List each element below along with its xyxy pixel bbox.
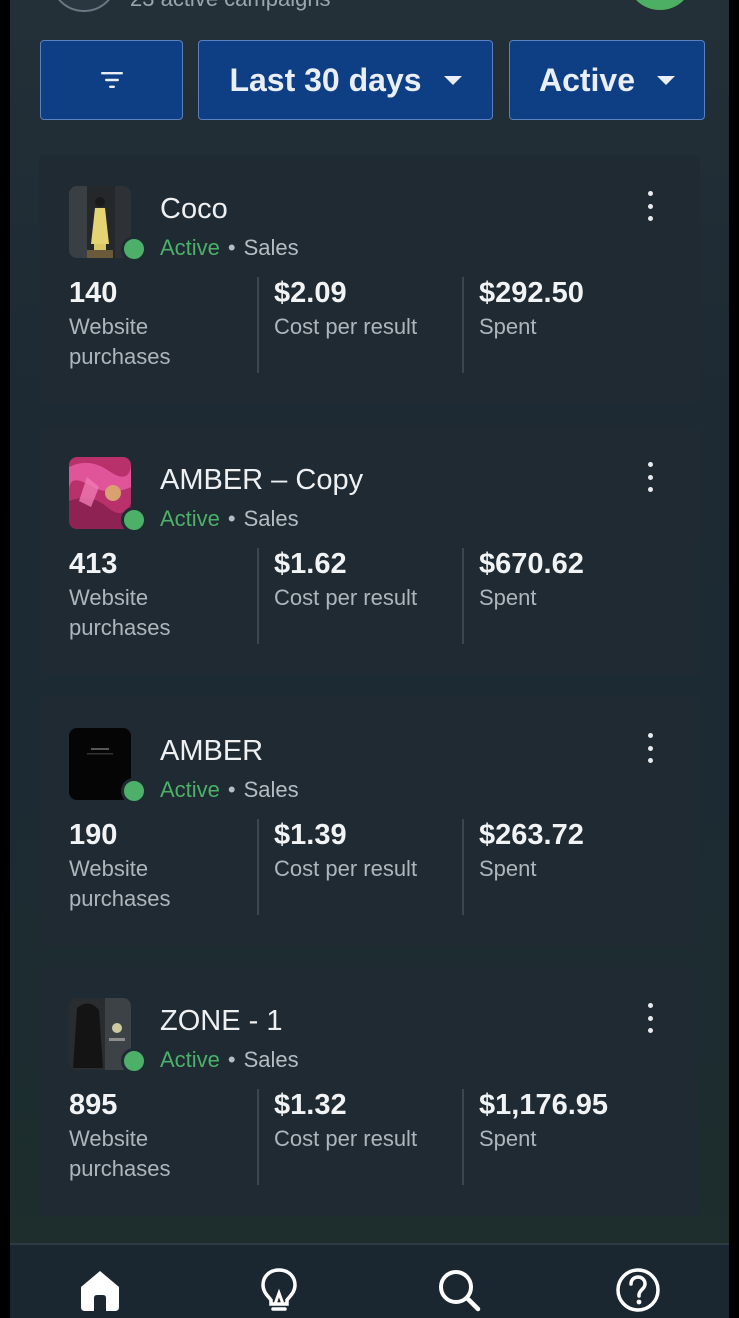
meta-separator: • [227,777,236,802]
results-label: Website purchases [69,585,171,640]
status-dropdown[interactable]: Active [509,40,705,120]
nav-home[interactable] [75,1265,125,1315]
results-metric: 140 Website purchases [69,277,239,372]
results-metric: 413 Website purchases [69,548,239,643]
more-options-icon[interactable] [640,191,660,221]
spent-label: Spent [479,314,537,339]
cost-label: Cost per result [274,585,418,610]
cost-value: $1.32 [274,1089,347,1121]
results-value: 140 [69,277,118,309]
spent-metric: $670.62 Spent [479,548,679,613]
spent-value: $263.72 [479,819,584,851]
cost-metric: $2.09 Cost per result [274,277,454,342]
campaign-meta: Active • Sales [160,777,299,803]
meta-separator: • [227,235,236,260]
spent-metric: $1,176.95 Spent [479,1089,679,1154]
status-label: Active [538,61,636,98]
results-metric: 190 Website purchases [69,819,239,914]
campaign-count: 23 active campaigns [130,0,331,12]
help-icon [616,1268,660,1312]
campaign-status: Active [160,1047,220,1072]
campaign-card[interactable]: Coco Active • Sales 140 Website purchases … [39,155,700,404]
campaign-name: ZONE - 1 [160,1005,283,1037]
cost-value: $2.09 [274,277,347,309]
status-indicator [121,778,147,804]
caret-down-icon [657,75,676,85]
more-options-icon[interactable] [640,733,660,763]
cost-label: Cost per result [274,856,418,881]
metric-divider [462,1089,464,1185]
campaign-name: AMBER – Copy [160,464,364,496]
cost-value: $1.62 [274,548,347,580]
lightbulb-icon [261,1268,297,1311]
results-value: 413 [69,548,118,580]
campaign-name: Coco [160,193,228,225]
cost-value: $1.39 [274,819,347,851]
spent-value: $670.62 [479,548,584,580]
more-options-icon[interactable] [640,1003,660,1033]
campaign-objective: Sales [243,235,299,260]
campaign-status: Active [160,777,220,802]
metric-divider [462,819,464,915]
results-value: 190 [69,819,118,851]
results-value: 895 [69,1089,118,1121]
metric-divider [257,819,259,915]
search-icon [439,1270,481,1312]
spent-label: Spent [479,856,537,881]
nav-insights[interactable] [254,1265,304,1315]
app-screen: 23 active campaigns Last 30 days Active [10,0,729,1318]
metric-divider [257,1089,259,1185]
campaign-card[interactable]: AMBER Active • Sales 190 Website purchases… [39,697,700,946]
meta-separator: • [227,506,236,531]
home-icon [81,1271,119,1311]
spent-metric: $292.50 Spent [479,277,679,342]
caret-down-icon [443,75,462,85]
campaign-status: Active [160,235,220,260]
campaign-card[interactable]: ZONE - 1 Active • Sales 895 Website purcha… [39,967,700,1216]
nav-help[interactable] [613,1265,663,1315]
metric-divider [462,548,464,644]
campaign-objective: Sales [243,777,299,802]
campaign-status: Active [160,506,220,531]
bottom-nav [10,1243,729,1318]
spent-value: $292.50 [479,277,584,309]
cost-label: Cost per result [274,1126,418,1151]
filter-icon [100,72,123,88]
results-metric: 895 Website purchases [69,1089,239,1184]
meta-separator: • [227,1047,236,1072]
date-range-dropdown[interactable]: Last 30 days [198,40,493,120]
filter-bar: Last 30 days Active [40,40,729,122]
spent-metric: $263.72 Spent [479,819,679,884]
cost-label: Cost per result [274,314,418,339]
campaign-meta: Active • Sales [160,506,299,532]
metric-divider [257,277,259,373]
results-label: Website purchases [69,314,171,369]
campaign-objective: Sales [243,506,299,531]
campaign-meta: Active • Sales [160,235,299,261]
cost-metric: $1.62 Cost per result [274,548,454,613]
create-button[interactable] [628,0,692,10]
status-indicator [121,236,147,262]
results-label: Website purchases [69,856,171,911]
date-range-label: Last 30 days [229,61,422,98]
campaign-meta: Active • Sales [160,1047,299,1073]
spent-label: Spent [479,1126,537,1151]
nav-search[interactable] [434,1265,484,1315]
account-avatar[interactable] [50,0,118,12]
results-label: Website purchases [69,1126,171,1181]
campaign-name: AMBER [160,735,264,767]
metric-divider [257,548,259,644]
more-options-icon[interactable] [640,462,660,492]
cost-metric: $1.32 Cost per result [274,1089,454,1154]
campaign-objective: Sales [243,1047,299,1072]
filter-button[interactable] [40,40,183,120]
campaign-card[interactable]: AMBER – Copy Active • Sales 413 Website pu… [39,426,700,675]
spent-label: Spent [479,585,537,610]
status-indicator [121,1048,147,1074]
status-indicator [121,507,147,533]
cost-metric: $1.39 Cost per result [274,819,454,884]
metric-divider [462,277,464,373]
spent-value: $1,176.95 [479,1089,609,1121]
